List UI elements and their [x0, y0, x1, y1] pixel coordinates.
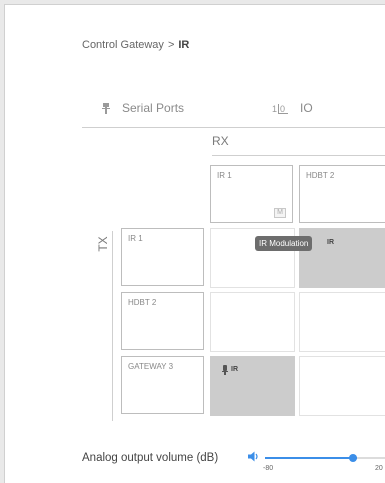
route-cell-gateway3-ir1[interactable]: IR: [210, 356, 295, 416]
route-cell-ir1-hdbt2[interactable]: [299, 228, 385, 288]
ir-modulation-tooltip: IR Modulation: [255, 236, 313, 251]
breadcrumb: Control Gateway > IR: [82, 39, 189, 51]
tx-divider: [112, 231, 113, 421]
tx-port-label: IR 1: [128, 234, 143, 243]
tab-io[interactable]: 1 0 IO: [272, 101, 313, 115]
route-cell-hdbt2-hdbt2[interactable]: [299, 292, 385, 352]
volume-slider-track[interactable]: [265, 457, 385, 459]
volume-slider-fill: [265, 457, 357, 459]
speaker-icon[interactable]: [248, 451, 260, 462]
tab-io-label: IO: [300, 101, 313, 115]
rx-port-label: IR 1: [217, 171, 232, 180]
route-label: IR: [231, 366, 238, 373]
volume-slider-thumb[interactable]: [349, 454, 357, 462]
breadcrumb-current: IR: [178, 39, 190, 51]
tx-port-hdbt2[interactable]: HDBT 2: [121, 292, 204, 350]
volume-min-label: -80: [263, 465, 274, 472]
rx-port-ir1[interactable]: IR 1 M: [210, 165, 293, 223]
rx-port-label: HDBT 2: [306, 171, 335, 180]
tx-axis-label: TX: [96, 236, 110, 252]
volume-max-label: 20: [375, 465, 383, 472]
tab-serial-ports[interactable]: Serial Ports: [102, 101, 184, 115]
route-cell-hdbt2-ir1[interactable]: [210, 292, 295, 352]
tx-port-gateway3[interactable]: GATEWAY 3: [121, 356, 204, 414]
io-icon: 1 0: [272, 103, 288, 114]
tabs-divider: [82, 127, 385, 128]
rx-port-hdbt2[interactable]: HDBT 2: [299, 165, 385, 223]
tx-port-label: HDBT 2: [128, 298, 157, 307]
breadcrumb-parent[interactable]: Control Gateway: [82, 39, 164, 51]
serial-port-icon: [102, 102, 110, 114]
tx-port-ir1[interactable]: IR 1: [121, 228, 204, 286]
volume-label: Analog output volume (dB): [82, 452, 219, 464]
ir-settings-panel: Control Gateway > IR Serial Ports 1 0 IO R…: [4, 4, 385, 483]
tab-serial-ports-label: Serial Ports: [122, 101, 185, 115]
modulation-badge[interactable]: M: [274, 208, 286, 218]
rx-divider: [212, 155, 385, 156]
route-cell-gateway3-hdbt2[interactable]: [299, 356, 385, 416]
breadcrumb-separator: >: [167, 39, 175, 51]
route-label: IR: [327, 239, 334, 246]
rx-axis-label: RX: [212, 134, 229, 148]
svg-text:1: 1: [272, 104, 277, 114]
svg-text:0: 0: [280, 104, 285, 114]
ir-transmitter-icon: [222, 365, 228, 375]
tx-port-label: GATEWAY 3: [128, 362, 174, 371]
